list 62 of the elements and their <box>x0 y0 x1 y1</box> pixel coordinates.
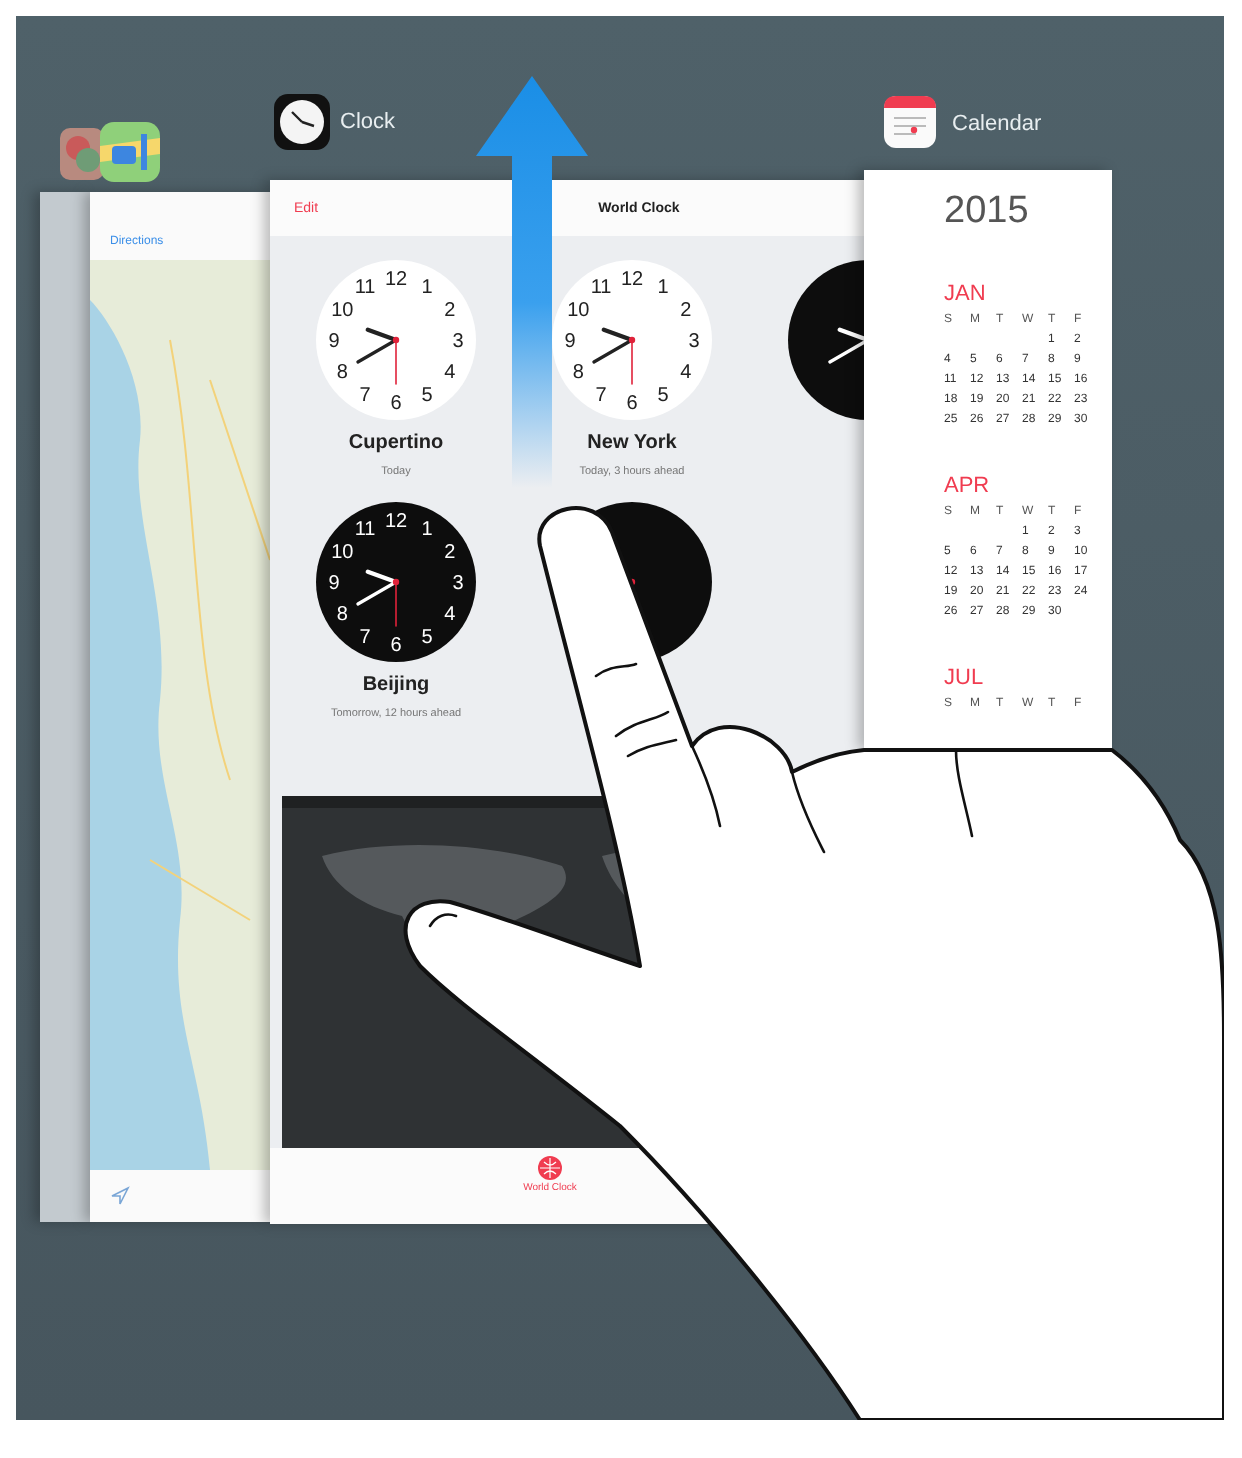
clock-numeral: 3 <box>688 331 700 353</box>
city-name: Cupertino <box>348 432 444 454</box>
clock-numeral: 6 <box>390 635 402 657</box>
clock-numeral: 7 <box>359 384 371 407</box>
photos-app-icon[interactable] <box>60 128 104 180</box>
globe-icon <box>537 1156 562 1180</box>
clock-numeral: 2 <box>444 542 456 564</box>
clock-numeral: 4 <box>444 362 456 384</box>
clock-numeral: 1 <box>421 277 433 300</box>
clock-numeral: 4 <box>680 362 692 384</box>
clock-numeral: 9 <box>564 331 576 353</box>
clock-numeral: 8 <box>572 362 584 384</box>
year-title: 2015 <box>944 190 1031 234</box>
clock-numeral: 1 <box>657 277 669 300</box>
month-name: APR <box>944 474 992 498</box>
location-arrow-icon[interactable] <box>110 1186 130 1206</box>
hour-hand <box>365 569 399 585</box>
clock-numeral: 11 <box>590 277 612 300</box>
clock-numeral: 6 <box>390 393 402 415</box>
clock-numeral: 9 <box>328 331 340 353</box>
clock-numeral: 8 <box>336 604 348 626</box>
second-hand <box>395 581 397 627</box>
calendar-app-icon[interactable] <box>884 96 936 148</box>
app-name: Clock <box>340 110 396 134</box>
clock-numeral: 10 <box>331 300 354 322</box>
clock-numeral: 7 <box>595 384 607 407</box>
app-name: Calendar <box>952 112 1042 136</box>
city-name: Beijing <box>362 674 430 696</box>
month-name: JUL <box>944 666 986 690</box>
clock-numeral: 12 <box>620 269 644 291</box>
second-hand <box>395 339 397 385</box>
clock-numeral: 12 <box>384 511 408 533</box>
month-name: JAN <box>944 282 988 306</box>
clock-numeral: 2 <box>680 300 692 322</box>
clock-numeral: 5 <box>421 626 433 649</box>
clock-app-icon[interactable] <box>274 94 330 150</box>
minute-hand <box>356 580 398 606</box>
clock-numeral: 7 <box>359 626 371 649</box>
clock-numeral: 10 <box>331 542 354 564</box>
maps-app-icon[interactable] <box>100 122 160 182</box>
hour-hand <box>837 327 870 343</box>
clock-numeral: 2 <box>444 300 456 322</box>
clock-numeral: 5 <box>657 384 669 407</box>
clock-numeral: 11 <box>354 277 376 300</box>
hour-hand <box>365 327 399 343</box>
clock-numeral: 5 <box>421 384 433 407</box>
clock-numeral: 11 <box>354 519 376 542</box>
clock-numeral: 8 <box>336 362 348 384</box>
minute-hand <box>356 338 398 364</box>
clock-numeral: 6 <box>626 393 638 415</box>
clock-numeral: 9 <box>328 573 340 595</box>
city-name: New York <box>587 432 677 454</box>
clock-numeral: 12 <box>384 269 408 291</box>
minute-hand <box>828 338 870 364</box>
clock-numeral: 3 <box>452 331 464 353</box>
clock-numeral: 10 <box>567 300 590 322</box>
minute-hand <box>592 338 634 364</box>
second-hand <box>631 339 633 385</box>
clock-numeral: 4 <box>444 604 456 626</box>
hour-hand <box>601 327 635 343</box>
clock-numeral: 1 <box>421 519 433 542</box>
clock-numeral: 3 <box>452 573 464 595</box>
